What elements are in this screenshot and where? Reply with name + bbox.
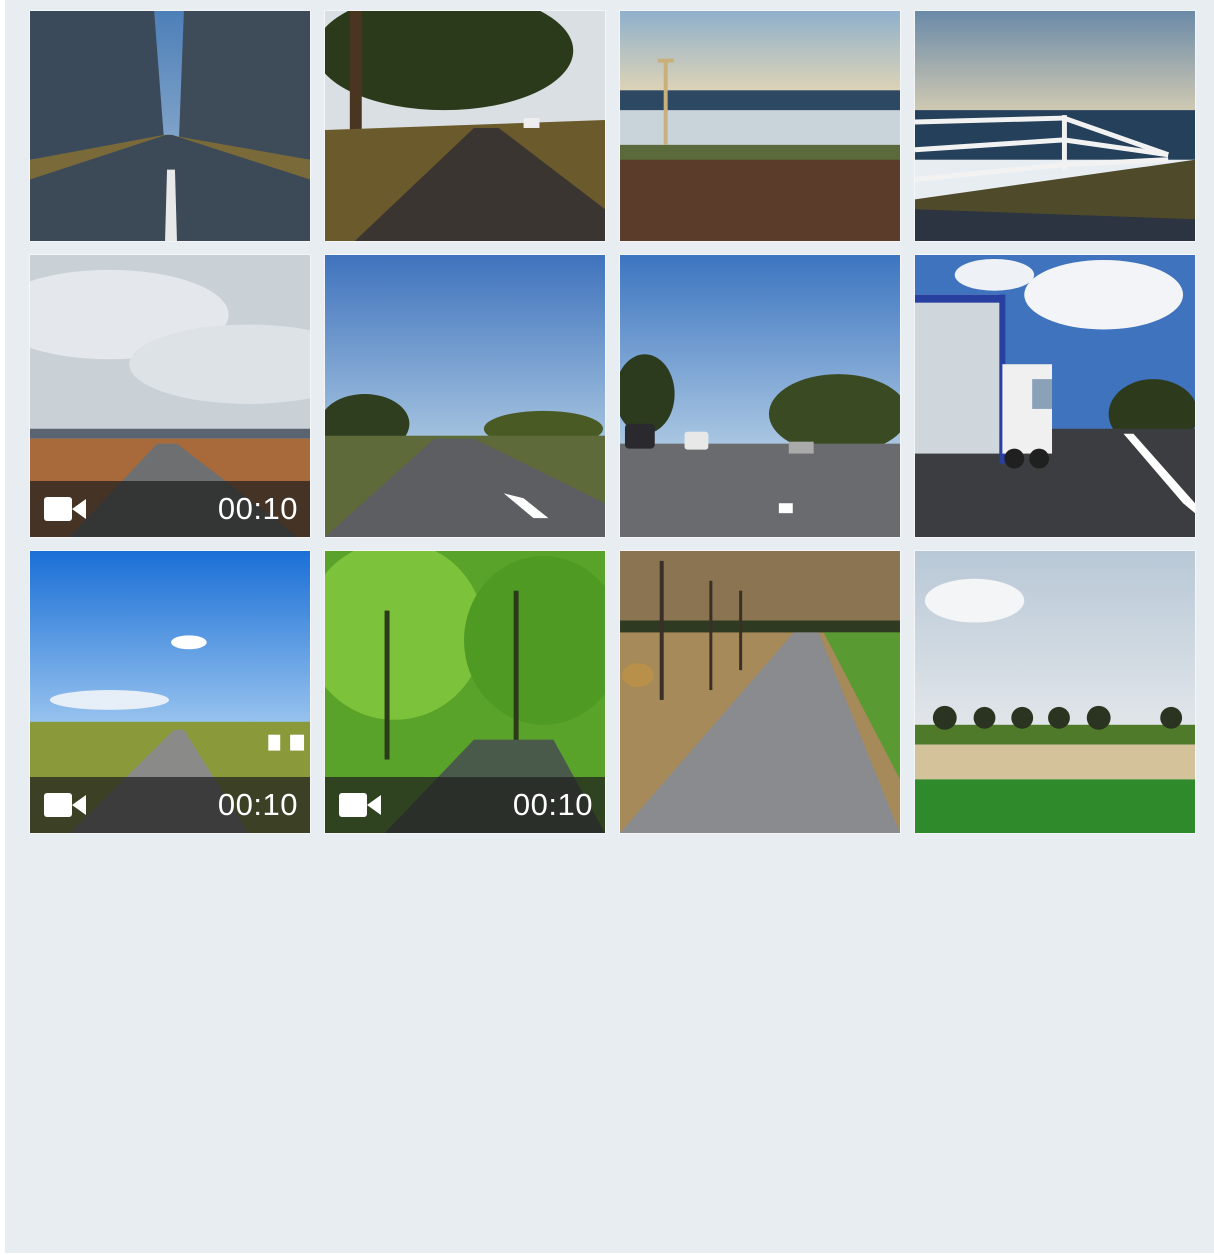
thumbnail-town-traffic-road[interactable] bbox=[619, 254, 901, 538]
video-duration: 00:10 bbox=[512, 787, 593, 822]
scene-image bbox=[915, 551, 1195, 833]
video-duration: 00:10 bbox=[217, 491, 298, 526]
thumbnail-blue-sky-highway[interactable] bbox=[324, 254, 606, 538]
scene-image bbox=[620, 255, 900, 537]
scene-image bbox=[30, 11, 310, 241]
video-overlay-bar: 00:10 bbox=[30, 777, 310, 833]
video-camera-icon bbox=[339, 793, 381, 817]
gallery-panel: 00:10 00:10 00:10 bbox=[5, 0, 1214, 1253]
thumbnail-prairie-road[interactable]: 00:10 bbox=[29, 550, 311, 834]
scene-image bbox=[325, 255, 605, 537]
video-duration: 00:10 bbox=[217, 787, 298, 822]
scene-image bbox=[620, 11, 900, 241]
thumbnail-green-forest-road[interactable]: 00:10 bbox=[324, 550, 606, 834]
thumbnail-foggy-forest-road[interactable] bbox=[29, 10, 311, 242]
thumbnail-grid: 00:10 00:10 00:10 bbox=[29, 10, 1196, 834]
scene-image bbox=[915, 11, 1195, 241]
video-camera-icon bbox=[44, 793, 86, 817]
thumbnail-cloudy-plain-road[interactable]: 00:10 bbox=[29, 254, 311, 538]
thumbnail-hay-field-road[interactable] bbox=[619, 550, 901, 834]
thumbnail-green-field-trees[interactable] bbox=[914, 550, 1196, 834]
thumbnail-coastal-fence[interactable] bbox=[914, 10, 1196, 242]
scene-image bbox=[620, 551, 900, 833]
thumbnail-truck-highway[interactable] bbox=[914, 254, 1196, 538]
thumbnail-ocean-shore-road[interactable] bbox=[619, 10, 901, 242]
video-overlay-bar: 00:10 bbox=[325, 777, 605, 833]
scene-image bbox=[915, 255, 1195, 537]
scene-image bbox=[325, 11, 605, 241]
thumbnail-sunset-tree-road[interactable] bbox=[324, 10, 606, 242]
video-camera-icon bbox=[44, 497, 86, 521]
video-overlay-bar: 00:10 bbox=[30, 481, 310, 537]
